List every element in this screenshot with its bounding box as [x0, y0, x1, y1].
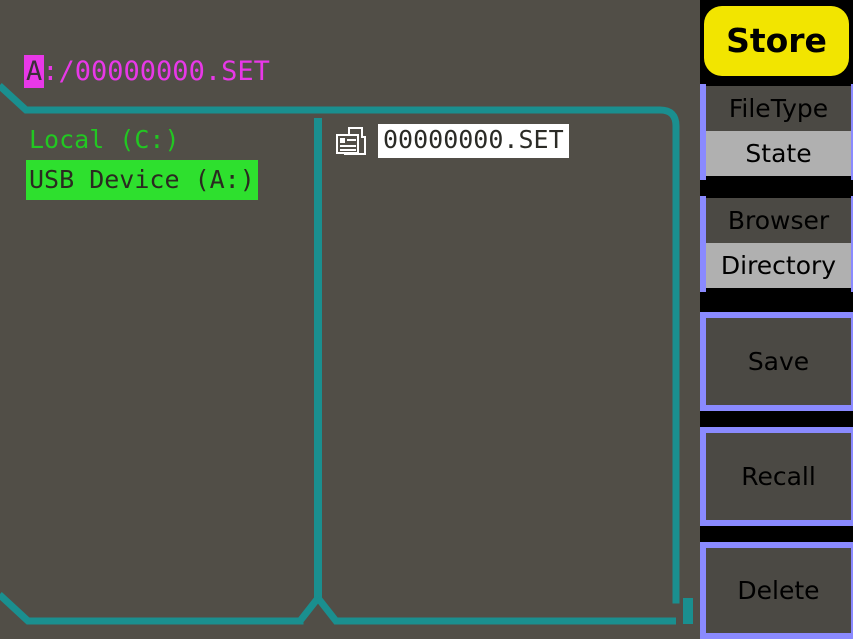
- delete-button[interactable]: Delete: [700, 542, 853, 639]
- softkey-browser-label: Browser: [706, 198, 851, 243]
- drive-list[interactable]: Local (C:) USB Device (A:): [26, 120, 288, 200]
- path-drive-cursor[interactable]: A: [24, 54, 45, 88]
- softkey-filetype[interactable]: FileType State: [700, 84, 853, 180]
- softkey-browser[interactable]: Browser Directory: [700, 196, 853, 292]
- sidebar-title-container: Store: [700, 0, 853, 81]
- file-list[interactable]: 00000000.SET: [336, 120, 681, 162]
- file-name-label[interactable]: 00000000.SET: [378, 124, 569, 158]
- delete-button-label: Delete: [737, 576, 820, 605]
- list-item[interactable]: 00000000.SET: [336, 120, 681, 162]
- drive-item-usb-a[interactable]: USB Device (A:): [26, 160, 258, 200]
- page-title: Store: [704, 5, 849, 76]
- softkey-browser-value[interactable]: Directory: [706, 243, 851, 288]
- recall-button[interactable]: Recall: [700, 427, 853, 526]
- save-button[interactable]: Save: [700, 312, 853, 411]
- current-path-display[interactable]: A:/00000000.SET: [24, 52, 270, 90]
- path-remainder: :/00000000.SET: [42, 55, 270, 87]
- instrument-screen: A:/00000000.SET Local (C:) USB Device (A…: [0, 0, 853, 639]
- softkey-filetype-label: FileType: [706, 86, 851, 131]
- drive-item-local-c[interactable]: Local (C:): [26, 120, 288, 160]
- softkey-filetype-value[interactable]: State: [706, 131, 851, 176]
- file-document-icon: [336, 127, 366, 155]
- recall-button-label: Recall: [741, 462, 816, 491]
- softkey-sidebar: Store FileType State Browser Directory S…: [700, 0, 853, 639]
- save-button-label: Save: [747, 347, 810, 376]
